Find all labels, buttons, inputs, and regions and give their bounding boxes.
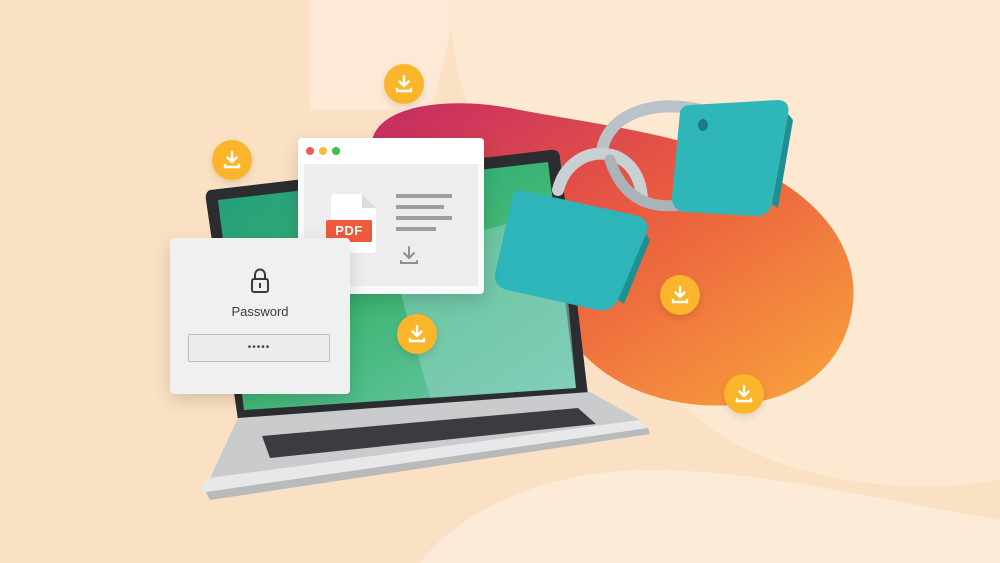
- download-icon: [671, 285, 689, 304]
- download-badge-left[interactable]: [212, 140, 252, 180]
- download-icon: [735, 384, 753, 403]
- download-badge-bottom-right[interactable]: [724, 374, 764, 414]
- download-icon: [223, 150, 241, 169]
- close-dot[interactable]: [306, 147, 314, 155]
- padlock-body-right: [672, 100, 789, 216]
- background-top-panel: [310, 0, 455, 110]
- password-dialog: Password •••••: [170, 238, 350, 394]
- download-badge-center[interactable]: [397, 314, 437, 354]
- password-label: Password: [231, 304, 289, 319]
- window-titlebar: [298, 138, 484, 164]
- download-badge-right[interactable]: [660, 275, 700, 315]
- minimize-dot[interactable]: [319, 147, 327, 155]
- maximize-dot[interactable]: [332, 147, 340, 155]
- download-icon: [408, 324, 426, 343]
- lock-icon: [251, 268, 269, 293]
- download-badge-top[interactable]: [384, 64, 424, 104]
- text-lines-icon: [396, 194, 452, 231]
- background-artwork: [201, 0, 1000, 563]
- download-icon: [395, 74, 413, 93]
- password-input[interactable]: •••••: [188, 334, 330, 362]
- padlock-keyhole: [698, 119, 708, 131]
- download-icon[interactable]: [398, 244, 420, 266]
